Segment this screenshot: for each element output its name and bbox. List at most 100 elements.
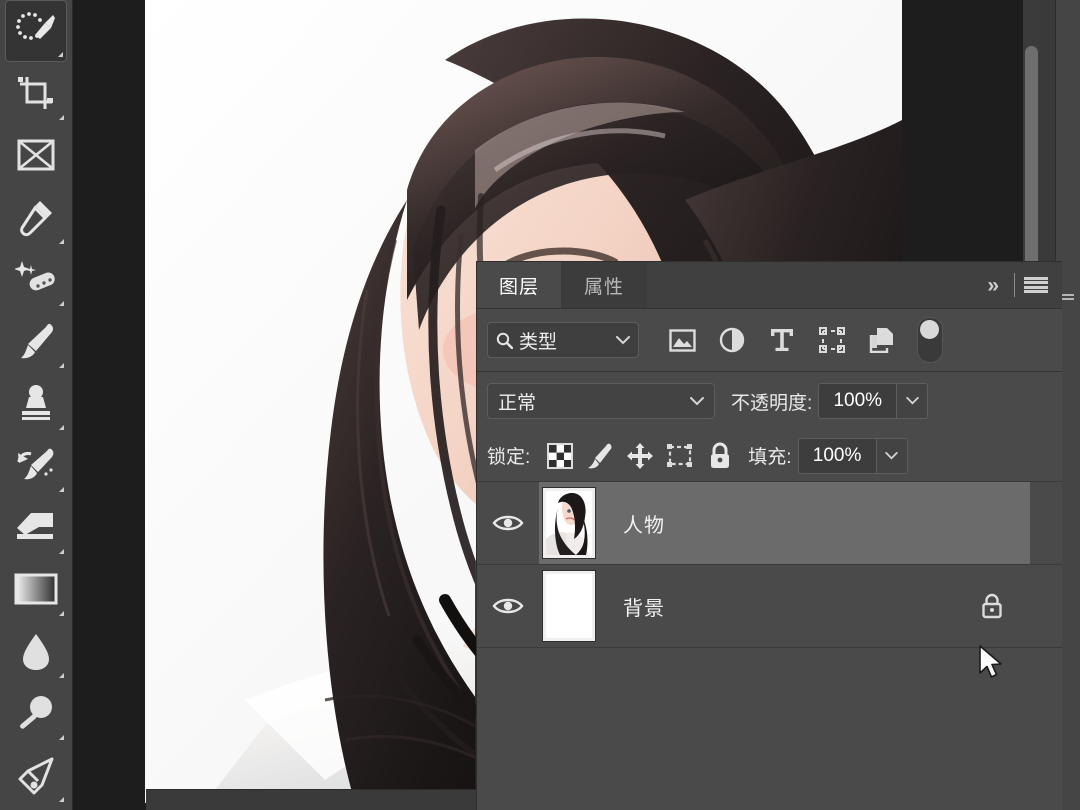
pen-icon	[18, 757, 54, 795]
tool-flyout-indicator	[59, 425, 64, 430]
filter-type-layers[interactable]	[757, 320, 807, 360]
opacity-stepper[interactable]	[896, 383, 929, 419]
tab-properties[interactable]: 属性	[561, 262, 647, 308]
filter-pixel-layers[interactable]	[657, 320, 707, 360]
tool-flyout-indicator	[59, 797, 64, 802]
brush-icon	[21, 323, 54, 359]
filter-kind-select[interactable]: 类型	[487, 322, 639, 358]
lock-row[interactable]: 锁定: 填充: 100%	[477, 430, 1062, 482]
lock-position[interactable]	[620, 436, 660, 476]
table-row[interactable]: 人物	[477, 482, 1062, 565]
white-thumbnail	[546, 574, 592, 638]
pen-tool[interactable]	[5, 744, 67, 806]
layer-name: 背景	[623, 597, 665, 620]
layers-list[interactable]: 人物 背景	[477, 482, 1062, 648]
layer-thumbnail[interactable]	[542, 487, 596, 559]
chevron-down-icon	[906, 397, 919, 405]
canvas-vertical-scrollbar-thumb[interactable]	[1025, 46, 1038, 276]
chevron-down-icon	[690, 396, 704, 405]
type-tool[interactable]	[5, 806, 67, 810]
lock-transparent-pixels[interactable]	[540, 436, 580, 476]
lock-artboard-nesting[interactable]	[660, 436, 700, 476]
filter-adjustment-layers[interactable]	[707, 320, 757, 360]
crop-tool[interactable]	[5, 62, 67, 124]
tool-flyout-indicator	[58, 52, 63, 57]
tool-flyout-indicator	[59, 735, 64, 740]
layer-visibility-toggle[interactable]	[477, 565, 539, 647]
blur-drop-icon	[23, 634, 49, 670]
layer-visibility-toggle[interactable]	[477, 482, 539, 564]
frame-icon	[17, 139, 55, 171]
layer-lock-indicator[interactable]	[978, 590, 1006, 622]
layer-row-body[interactable]: 人物	[539, 482, 1030, 564]
spot-healing-tool[interactable]	[5, 248, 67, 310]
filter-smart-objects[interactable]	[857, 320, 907, 360]
padlock-outline-icon	[982, 593, 1002, 619]
panel-tab-bar[interactable]: 图层 属性 »	[477, 262, 1062, 309]
eyedropper-icon	[20, 201, 52, 237]
move-arrows-icon	[627, 442, 654, 469]
opacity-input[interactable]: 100%	[818, 383, 897, 419]
clone-stamp-icon	[22, 385, 50, 420]
filter-kind-label: 类型	[519, 331, 558, 353]
history-brush-tool[interactable]	[5, 434, 67, 496]
layer-type-filters[interactable]	[657, 317, 943, 363]
tool-flyout-indicator	[59, 549, 64, 554]
tool-flyout-indicator	[59, 673, 64, 678]
quick-selection-tool[interactable]	[5, 0, 67, 62]
lock-all[interactable]	[700, 436, 740, 476]
layer-row-body[interactable]: 背景	[539, 565, 1030, 647]
padlock-icon	[711, 442, 730, 468]
frame-tool[interactable]	[5, 124, 67, 186]
tool-flyout-indicator	[59, 301, 64, 306]
dodge-icon	[20, 696, 52, 729]
fill-stepper[interactable]	[875, 437, 908, 474]
filter-shape-layers[interactable]	[807, 320, 857, 360]
filter-enable-toggle[interactable]	[917, 317, 943, 363]
photoshop-window: 图层 属性 » 类型 正常 不透明度: 100% 锁定: 填充: 100% 人物…	[0, 0, 1080, 810]
chevron-down-icon	[616, 335, 630, 344]
layer-thumbnail[interactable]	[542, 570, 596, 642]
toggle-knob	[920, 320, 939, 339]
tab-layers-label: 图层	[498, 276, 539, 298]
half-circle-icon	[719, 327, 745, 353]
clone-stamp-tool[interactable]	[5, 372, 67, 434]
tool-flyout-indicator	[59, 363, 64, 368]
gradient-icon	[14, 573, 58, 605]
fill-label: 填充:	[748, 447, 792, 468]
tab-layers[interactable]: 图层	[477, 262, 561, 308]
layers-panel[interactable]: 图层 属性 » 类型 正常 不透明度: 100% 锁定: 填充: 100% 人物…	[476, 261, 1062, 810]
eyedropper-tool[interactable]	[5, 186, 67, 248]
blend-mode-row[interactable]: 正常 不透明度: 100%	[477, 372, 1062, 430]
dodge-tool[interactable]	[5, 682, 67, 744]
header-divider	[1014, 273, 1015, 297]
checkerboard-icon	[547, 442, 574, 469]
image-icon	[668, 328, 696, 352]
tool-flyout-indicator	[59, 611, 64, 616]
panel-menu-icon[interactable]	[1024, 276, 1048, 294]
tool-flyout-indicator	[59, 487, 64, 492]
panel-header-actions: »	[979, 262, 1048, 308]
history-brush-icon	[17, 448, 54, 480]
blend-mode-select[interactable]: 正常	[487, 383, 715, 419]
blend-mode-value: 正常	[498, 392, 537, 414]
brush-tool[interactable]	[5, 310, 67, 372]
spot-healing-icon	[15, 261, 55, 291]
collapse-panels-icon[interactable]: »	[979, 275, 1005, 296]
shape-bounds-icon	[819, 327, 845, 353]
tools-panel[interactable]	[0, 0, 73, 810]
fill-input[interactable]: 100%	[797, 437, 876, 474]
tool-flyout-indicator	[59, 239, 64, 244]
chevron-down-icon	[885, 451, 898, 459]
eraser-tool[interactable]	[5, 496, 67, 558]
table-row[interactable]: 背景	[477, 565, 1062, 648]
blur-tool[interactable]	[5, 620, 67, 682]
smart-object-icon	[869, 328, 893, 353]
layer-name: 人物	[623, 514, 665, 537]
layer-filter-row[interactable]: 类型	[477, 309, 1062, 372]
lock-label: 锁定:	[487, 447, 531, 468]
gradient-tool[interactable]	[5, 558, 67, 620]
quick-selection-icon	[16, 12, 55, 40]
brush-icon	[588, 443, 612, 468]
lock-image-pixels[interactable]	[580, 436, 620, 476]
